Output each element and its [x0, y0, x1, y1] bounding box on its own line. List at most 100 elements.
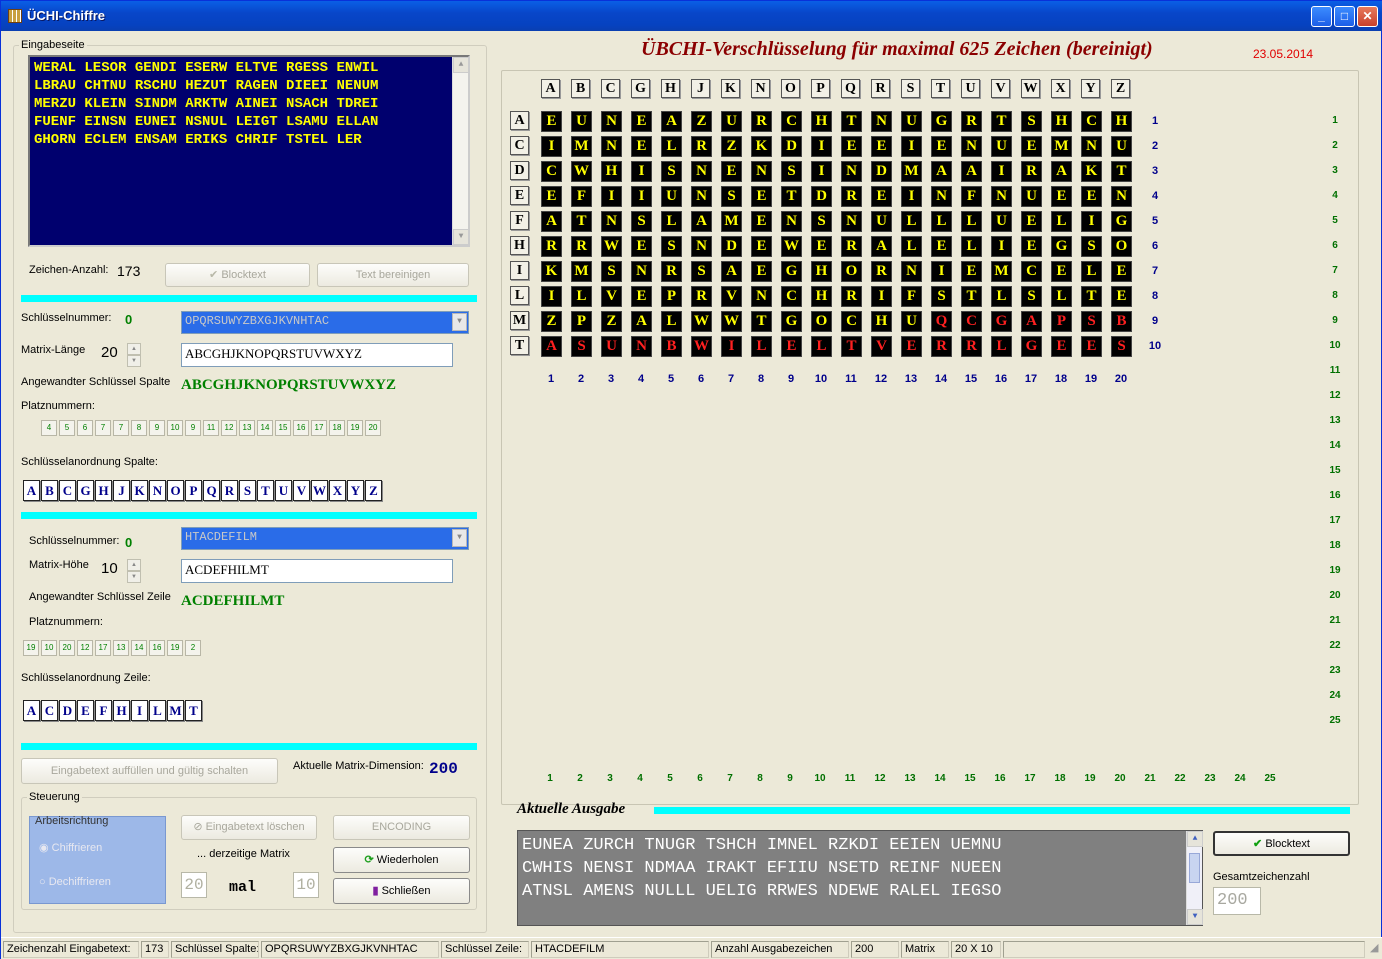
title-bar[interactable]: ÜCHI-Chiffre _ □ ✕	[1, 1, 1382, 31]
col-place-number: 18	[329, 420, 345, 436]
matrix-cell: R	[691, 286, 712, 307]
scroll-down-icon[interactable]: ▼	[453, 229, 469, 245]
close-window-button[interactable]: ✕	[1357, 6, 1378, 27]
encrypt-radio[interactable]: ◉ Chiffrieren	[39, 841, 102, 854]
col-order-letter: V	[293, 480, 310, 501]
matrix-height-spinner[interactable]: ▲ ▼	[127, 559, 141, 583]
delete-input-button[interactable]: ⊘ Eingabetext löschen	[181, 815, 317, 840]
close-label: Schließen	[381, 885, 431, 897]
matrix-cell: T	[991, 111, 1012, 132]
output-label: Aktuelle Ausgabe	[517, 801, 626, 817]
scroll-up-icon[interactable]: ▲	[453, 57, 469, 73]
matrix-cell: A	[1021, 311, 1042, 332]
matrix-cell: E	[1021, 136, 1042, 157]
matrix-cell: U	[661, 186, 682, 207]
matrix-width-field[interactable]: 20	[181, 872, 207, 898]
spin-up-icon[interactable]: ▲	[127, 343, 141, 355]
output-blocktext-button[interactable]: ✔ Blocktext	[1213, 831, 1350, 856]
fill-input-button[interactable]: Eingabetext auffüllen und gültig schalte…	[21, 758, 278, 784]
col-place-number: 7	[95, 420, 111, 436]
applied-col-key-label: Angewandter Schlüssel Spalte	[21, 376, 171, 388]
status-bar: Zeichenzahl Eingabetext: 173 Schlüssel S…	[1, 937, 1382, 959]
matrix-cell: E	[751, 211, 772, 232]
matrix-cell: N	[601, 111, 622, 132]
input-scrollbar[interactable]: ▲ ▼	[452, 57, 469, 245]
output-scrollbar[interactable]: ▲ ▼	[1186, 831, 1203, 925]
input-text-line: WERAL LESOR GENDI ESERW ELTVE RGESS ENWI…	[34, 60, 379, 76]
matrix-cell: T	[961, 286, 982, 307]
repeat-button[interactable]: ⟳ Wiederholen	[333, 847, 470, 873]
matrix-cell: W	[571, 161, 592, 182]
matrix-length-spinner[interactable]: ▲ ▼	[127, 343, 141, 367]
spin-up-icon[interactable]: ▲	[127, 559, 141, 571]
scroll-down-icon[interactable]: ▼	[1187, 909, 1203, 925]
spin-down-icon[interactable]: ▼	[127, 355, 141, 367]
matrix-cell: E	[541, 111, 562, 132]
matrix-cell: Z	[691, 111, 712, 132]
matrix-height-field[interactable]: 10	[293, 872, 319, 898]
matrix-length-value[interactable]: 20	[101, 344, 118, 361]
status-row-key: HTACDEFILM	[531, 941, 709, 958]
total-chars-field[interactable]: 200	[1213, 887, 1261, 915]
row-number: 5	[1151, 215, 1159, 227]
matrix-cell: R	[931, 336, 952, 357]
matrix-cell: E	[871, 186, 892, 207]
input-text-memo[interactable]: WERAL LESOR GENDI ESERW ELTVE RGESS ENWI…	[28, 55, 470, 247]
matrix-panel	[501, 70, 1359, 805]
matrix-cell: G	[1051, 236, 1072, 257]
matrix-cell: N	[601, 211, 622, 232]
side-number: 15	[1329, 465, 1341, 476]
chevron-down-icon[interactable]: ▼	[452, 313, 467, 331]
matrix-cell: H	[601, 161, 622, 182]
row-order-letter: A	[23, 700, 40, 721]
matrix-cell: E	[1051, 261, 1072, 282]
col-key-edit[interactable]: ABCGHJKNOPQRSTUVWXYZ	[181, 343, 453, 367]
maximize-button[interactable]: □	[1334, 6, 1355, 27]
output-text-memo[interactable]: EUNEA ZURCH TNUGR TSHCH IMNEL RZKDI EEIE…	[517, 830, 1203, 926]
matrix-cell: N	[991, 186, 1012, 207]
scroll-up-icon[interactable]: ▲	[1187, 831, 1203, 847]
matrix-cell: U	[721, 111, 742, 132]
matrix-cell: P	[1051, 311, 1072, 332]
chevron-down-icon[interactable]: ▼	[452, 529, 467, 547]
row-key-combo[interactable]: HTACDEFILM ▼	[181, 527, 469, 550]
matrix-cell: E	[841, 136, 862, 157]
col-order-letter: A	[23, 480, 40, 501]
matrix-cell: E	[871, 136, 892, 157]
matrix-cell: E	[1021, 236, 1042, 257]
col-key-combo[interactable]: OPQRSUWYZBXGJKVNHTAC ▼	[181, 311, 469, 334]
blocktext-button[interactable]: ✔ Blocktext	[165, 263, 310, 287]
row-key-edit[interactable]: ACDEFHILMT	[181, 559, 453, 583]
matrix-cell: R	[961, 336, 982, 357]
minimize-button[interactable]: _	[1311, 6, 1332, 27]
bottom-number: 4	[637, 773, 643, 784]
col-order-letter: W	[311, 480, 328, 501]
matrix-cell: E	[901, 336, 922, 357]
matrix-cell: T	[841, 111, 862, 132]
side-number: 13	[1329, 415, 1341, 426]
matrix-cell: T	[1111, 161, 1132, 182]
side-number: 14	[1329, 440, 1341, 451]
matrix-height-value[interactable]: 10	[101, 560, 118, 577]
col-header-cell: O	[781, 79, 800, 98]
resize-grip-icon[interactable]: ◢	[1367, 941, 1381, 958]
row-number: 10	[1148, 340, 1162, 352]
clean-text-button[interactable]: Text bereinigen	[317, 263, 469, 287]
output-text-line: EUNEA ZURCH TNUGR TSHCH IMNEL RZKDI EEIE…	[522, 836, 1002, 855]
col-number: 10	[814, 373, 828, 385]
scroll-thumb[interactable]	[1189, 853, 1200, 883]
encoding-button[interactable]: ENCODING	[333, 815, 470, 840]
decrypt-radio[interactable]: ○ Dechiffrieren	[39, 876, 111, 888]
status-input-count: 173	[141, 941, 169, 958]
matrix-cell: A	[631, 311, 652, 332]
bottom-number: 8	[757, 773, 763, 784]
matrix-cell: E	[1051, 186, 1072, 207]
row-header-cell: L	[510, 286, 529, 305]
row-places-label: Platznummern:	[29, 616, 103, 628]
matrix-cell: R	[691, 136, 712, 157]
spin-down-icon[interactable]: ▼	[127, 571, 141, 583]
close-button[interactable]: ▮ Schließen	[333, 878, 470, 904]
matrix-cell: I	[721, 336, 742, 357]
matrix-cell: A	[541, 336, 562, 357]
matrix-cell: E	[1081, 186, 1102, 207]
